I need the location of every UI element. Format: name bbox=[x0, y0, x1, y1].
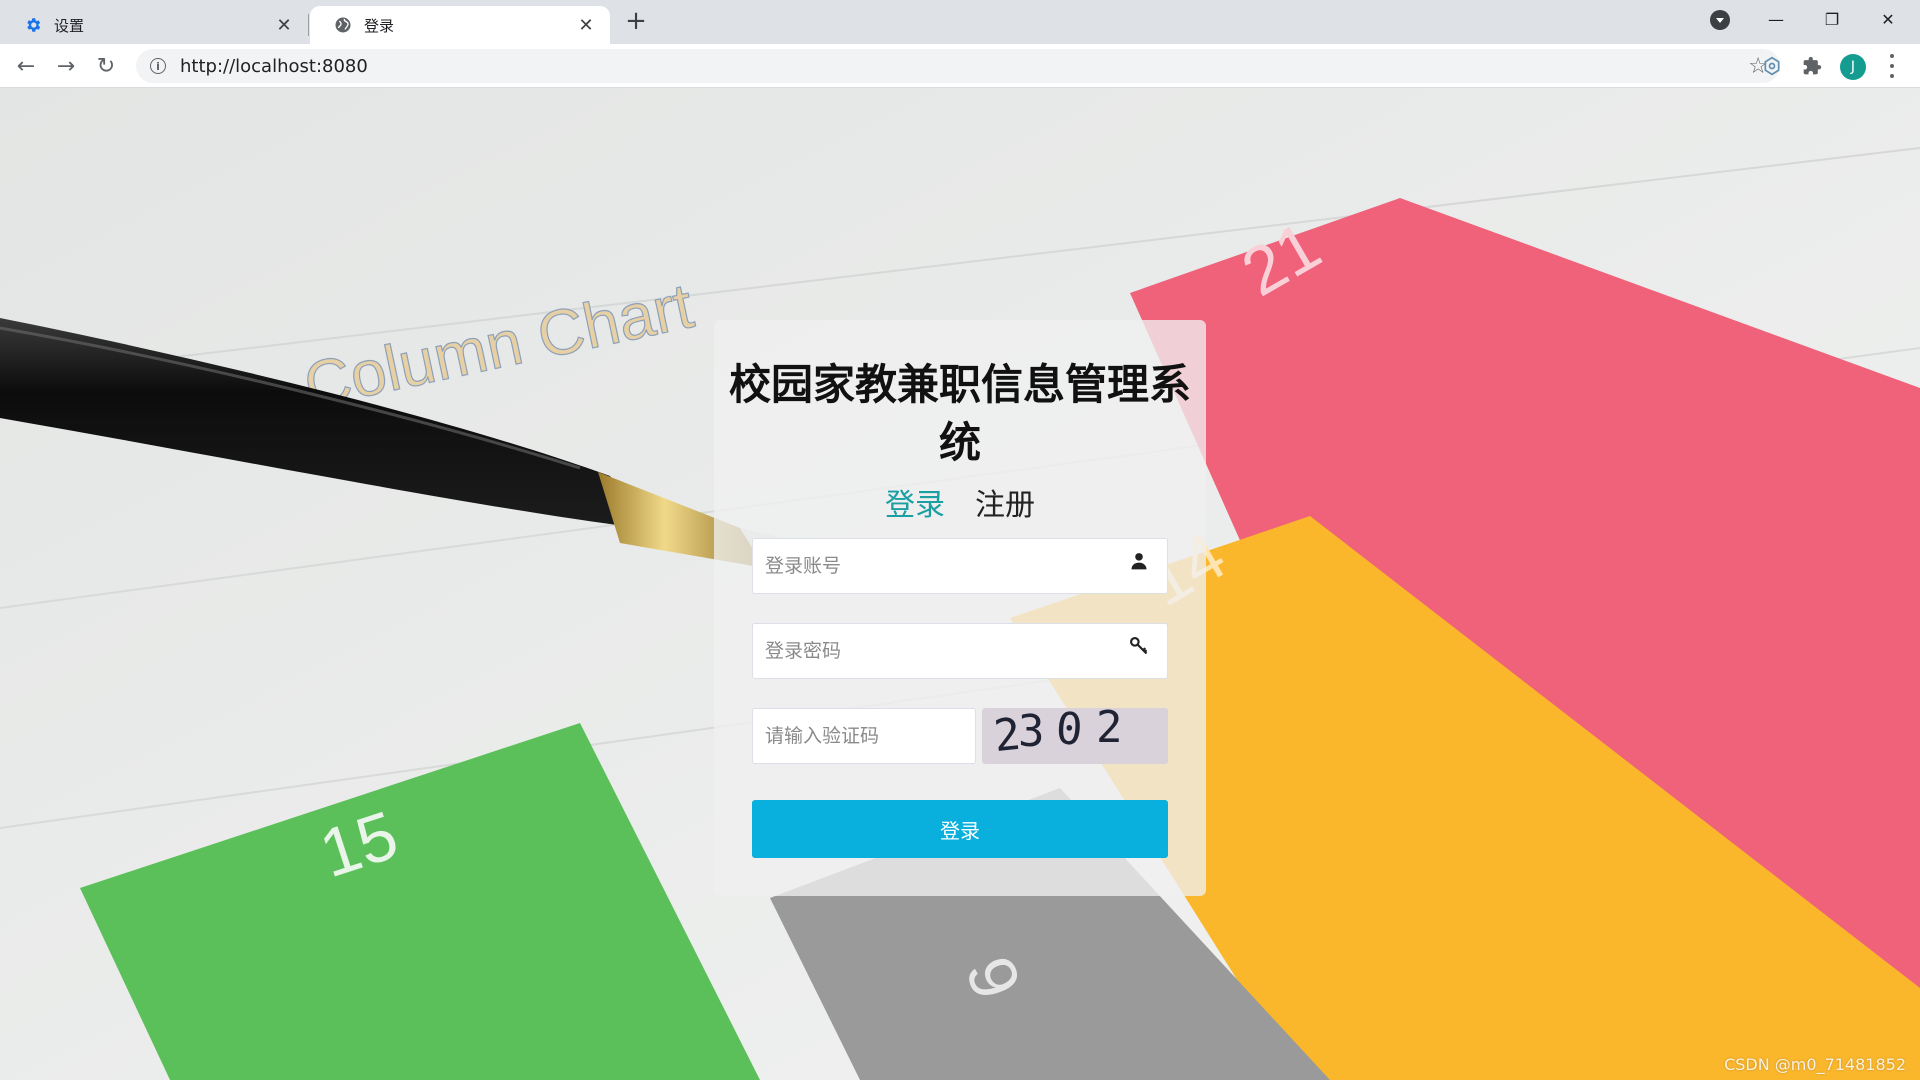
forward-arrow-icon[interactable]: → bbox=[52, 52, 80, 80]
info-icon[interactable]: i bbox=[150, 58, 166, 74]
captcha-digit: 0 bbox=[1054, 708, 1085, 756]
tab-login-form[interactable]: 登录 bbox=[885, 480, 945, 524]
puzzle-icon[interactable] bbox=[1798, 52, 1826, 80]
browser-toolbar: ← → ↻ i http://localhost:8080 ☆ J bbox=[0, 44, 1920, 88]
key-icon bbox=[1130, 637, 1148, 655]
username-input[interactable] bbox=[753, 555, 1093, 577]
tab-register-form[interactable]: 注册 bbox=[975, 480, 1035, 524]
reload-icon[interactable]: ↻ bbox=[92, 52, 120, 80]
system-title: 校园家教兼职信息管理系统 bbox=[728, 360, 1191, 467]
password-input[interactable] bbox=[753, 640, 1093, 662]
browser-tab-bar: 设置 ✕ 登录 ✕ + — ❐ ✕ bbox=[0, 0, 1920, 44]
captcha-input[interactable] bbox=[753, 725, 953, 747]
login-button[interactable]: 登录 bbox=[752, 800, 1168, 858]
menu-kebab-icon[interactable] bbox=[1888, 54, 1896, 78]
profile-avatar[interactable]: J bbox=[1840, 54, 1866, 80]
url-text: http://localhost:8080 bbox=[180, 55, 368, 77]
tab-title: 登录 bbox=[364, 16, 395, 35]
close-icon[interactable]: ✕ bbox=[576, 15, 596, 36]
restore-button[interactable]: ❐ bbox=[1808, 4, 1856, 34]
auth-tabs: 登录 注册 bbox=[714, 480, 1206, 524]
minimize-button[interactable]: — bbox=[1752, 4, 1800, 34]
tab-login[interactable]: 登录 ✕ bbox=[310, 6, 610, 44]
captcha-digit: 3 bbox=[1018, 708, 1045, 757]
page-content: Column Chart 15 9 14 21 校园家教兼职信息管理系统 登录 … bbox=[0, 88, 1920, 1080]
close-window-button[interactable]: ✕ bbox=[1864, 4, 1912, 34]
tab-title: 设置 bbox=[54, 16, 85, 35]
password-field[interactable] bbox=[752, 623, 1168, 679]
extension-icon[interactable] bbox=[1758, 52, 1786, 80]
username-field[interactable] bbox=[752, 538, 1168, 594]
tab-divider bbox=[308, 14, 309, 36]
user-icon bbox=[1131, 553, 1147, 570]
captcha-image[interactable]: 2 3 0 2 bbox=[982, 708, 1168, 764]
tab-settings[interactable]: 设置 ✕ bbox=[0, 6, 308, 44]
back-arrow-icon[interactable]: ← bbox=[12, 52, 40, 80]
new-tab-button[interactable]: + bbox=[622, 8, 650, 36]
globe-icon bbox=[334, 16, 352, 34]
gear-icon bbox=[24, 16, 42, 34]
captcha-digit: 2 bbox=[1096, 708, 1123, 753]
address-bar[interactable]: i http://localhost:8080 ☆ bbox=[136, 49, 1780, 83]
watermark-credit: CSDN @m0_71481852 bbox=[1724, 1055, 1906, 1074]
login-panel: 校园家教兼职信息管理系统 登录 注册 2 3 0 2 登录 bbox=[714, 320, 1206, 896]
tab-search-icon[interactable] bbox=[1710, 10, 1730, 30]
captcha-field[interactable] bbox=[752, 708, 976, 764]
close-icon[interactable]: ✕ bbox=[274, 15, 294, 36]
